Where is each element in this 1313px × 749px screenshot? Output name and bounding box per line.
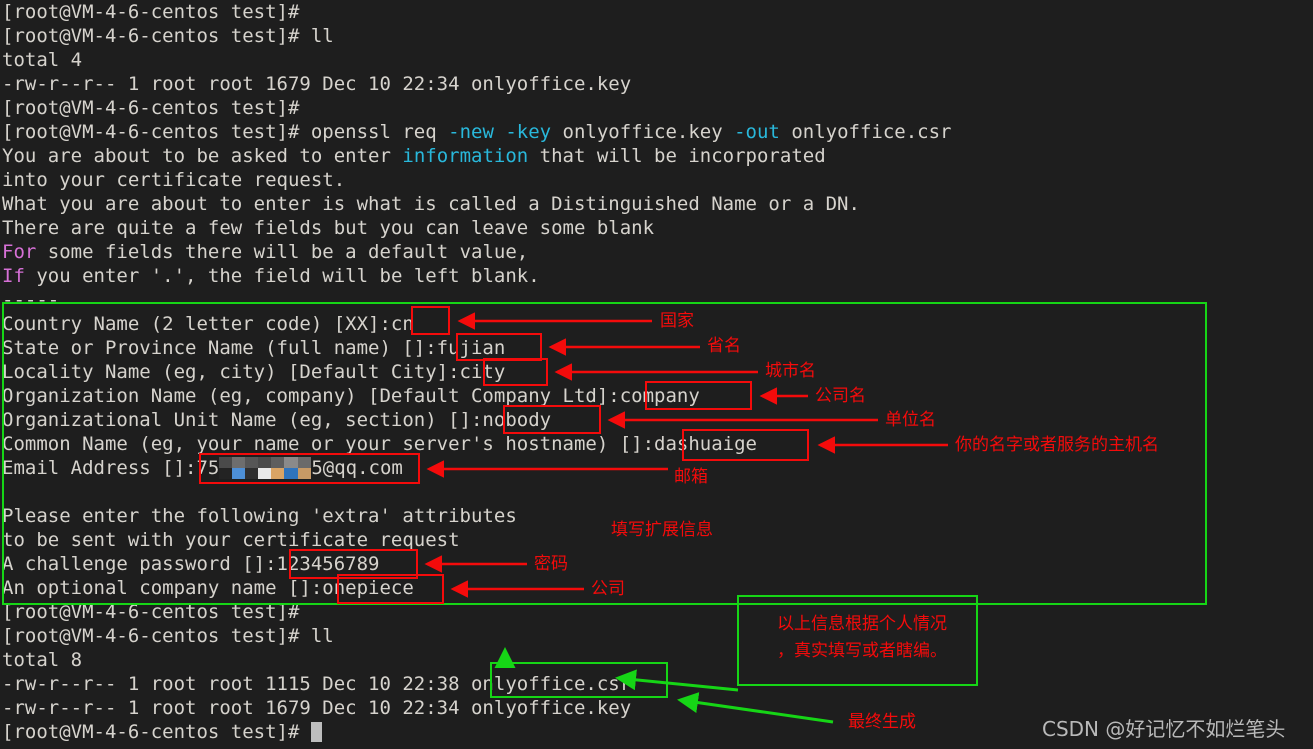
terminal-line-prompt-1: [root@VM-4-6-centos test]# [2,1,300,23]
email-prefix: Email Address []:75 [2,457,220,479]
field-state-province-name[interactable]: State or Province Name (full name) []:fu… [2,336,505,360]
terminal-line-extra-attrs-1: Please enter the following 'extra' attri… [2,505,517,527]
terminal-line-info-2: into your certificate request. [2,169,346,191]
cmd-part-keyfile: onlyoffice.key [551,121,735,143]
field-locality-name[interactable]: Locality Name (eg, city) [Default City]:… [2,360,505,384]
terminal-line-info-3: What you are about to enter is what is c… [2,193,860,215]
terminal-line-info-4: There are quite a few fields but you can… [2,217,655,239]
terminal-line-openssl-command: [root@VM-4-6-centos test]# openssl req -… [2,120,951,144]
cmd-flag-new-key: -new -key [448,121,552,143]
terminal-line-extra-attrs-2: to be sent with your certificate request [2,529,460,551]
terminal-line-prompt-3: [root@VM-4-6-centos test]# [2,601,300,623]
terminal-line-info-6: If you enter '.', the field will be left… [2,264,540,288]
keyword-for: For [2,241,37,263]
cmd-flag-out: -out [734,121,780,143]
terminal-line-total-8: total 8 [2,649,83,671]
terminal-window[interactable]: [root@VM-4-6-centos test]# [root@VM-4-6-… [0,0,1313,749]
terminal-line-ll-1: [root@VM-4-6-centos test]# ll [2,25,334,47]
terminal-line-info-1: You are about to be asked to enter infor… [2,144,826,168]
terminal-line-info-5: For some fields there will be a default … [2,240,528,264]
keyword-if: If [2,265,25,287]
field-organization-name[interactable]: Organization Name (eg, company) [Default… [2,384,700,408]
prompt-text: [root@VM-4-6-centos test]# [2,721,311,743]
terminal-line-separator: ----- [2,289,60,311]
info-part-a: You are about to be asked to enter [2,145,403,167]
field-organizational-unit-name[interactable]: Organizational Unit Name (eg, section) [… [2,408,551,432]
info-part-b: that will be incorporated [528,145,826,167]
terminal-line-ll-2: [root@VM-4-6-centos test]# ll [2,625,334,647]
info-part-c: some fields there will be a default valu… [36,241,529,263]
field-optional-company-name[interactable]: An optional company name []:onepiece [2,576,414,600]
info-part-d: you enter '.', the field will be left bl… [24,265,540,287]
field-email-address[interactable]: Email Address []:75 5@qq.com [2,456,403,480]
cmd-part-csrfile: onlyoffice.csr [779,121,952,143]
terminal-cursor [310,722,322,742]
terminal-line-csr-listing: -rw-r--r-- 1 root root 1115 Dec 10 22:38… [2,673,632,695]
terminal-line-key-listing-2: -rw-r--r-- 1 root root 1679 Dec 10 22:34… [2,697,632,719]
field-country-name[interactable]: Country Name (2 letter code) [XX]:cn [2,312,414,336]
email-suffix: 5@qq.com [311,457,403,479]
info-keyword-information: information [402,145,529,167]
terminal-line-total-4: total 4 [2,49,83,71]
redaction-mosaic [219,457,312,479]
terminal-line-prompt-4: [root@VM-4-6-centos test]# [2,720,322,744]
field-common-name[interactable]: Common Name (eg, your name or your serve… [2,432,757,456]
terminal-line-prompt-2: [root@VM-4-6-centos test]# [2,97,300,119]
terminal-line-key-listing-1: -rw-r--r-- 1 root root 1679 Dec 10 22:34… [2,73,632,95]
field-challenge-password[interactable]: A challenge password []:123456789 [2,552,380,576]
cmd-part-prompt: [root@VM-4-6-centos test]# openssl req [2,121,449,143]
